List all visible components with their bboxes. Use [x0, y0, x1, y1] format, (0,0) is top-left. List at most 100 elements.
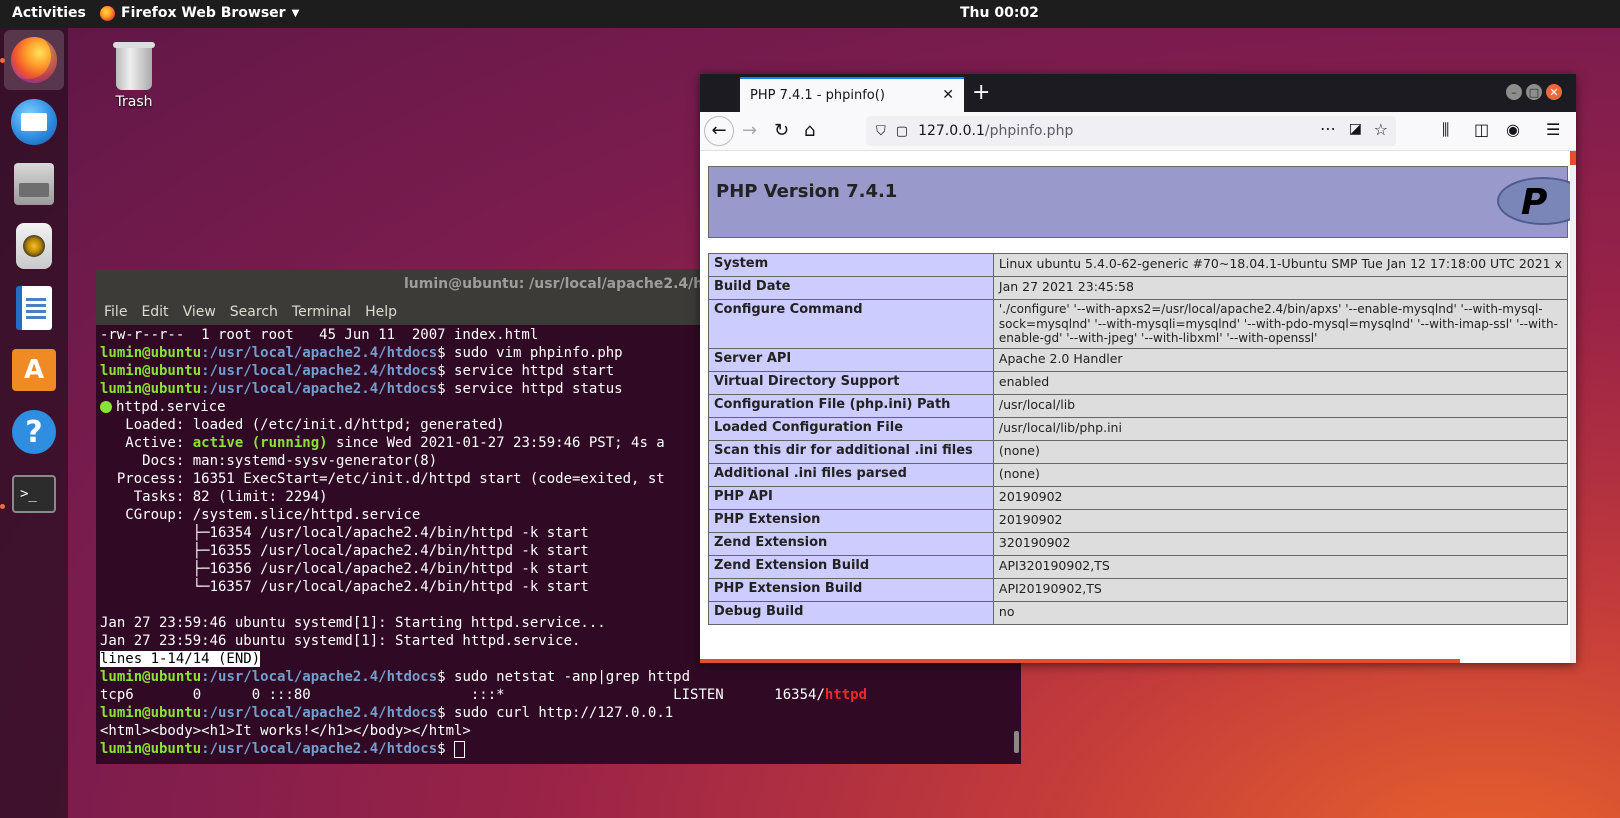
table-value: (none) [992, 439, 1569, 464]
forward-arrow-icon[interactable]: → [742, 120, 757, 141]
table-row: Zend Extension 320190902 [708, 531, 1569, 556]
maximize-icon[interactable]: □ [1526, 84, 1542, 100]
page-scrollbar[interactable] [1570, 151, 1576, 663]
php-header: PHP Version 7.4.1 P [708, 166, 1576, 238]
dock-software[interactable]: A [4, 340, 64, 400]
terminal-icon: >_ [12, 475, 56, 513]
table-row: Server API Apache 2.0 Handler [708, 347, 1569, 372]
menu-file[interactable]: File [104, 304, 127, 320]
text-cursor [454, 740, 466, 758]
table-key: Configuration File (php.ini) Path [708, 393, 994, 418]
terminal-line: tcp6 0 0 :::80 :::* LISTEN 16354/httpd [100, 687, 868, 703]
dock-terminal[interactable]: >_ [4, 464, 64, 524]
horizontal-scrollbar[interactable] [700, 659, 1460, 663]
tab-bar: PHP 7.4.1 - phpinfo() ✕ + – □ ✕ [700, 74, 1576, 112]
dock-help[interactable]: ? [4, 402, 64, 462]
table-value: 320190902 [992, 531, 1569, 556]
trash-icon [113, 42, 155, 90]
nav-toolbar: ← → ↻ ⌂ ⛉ ▢ 127.0.0.1/phpinfo.php ⋯ ◪ ☆ … [700, 112, 1576, 151]
bookmark-star-icon[interactable]: ☆ [1374, 120, 1388, 139]
tab-phpinfo[interactable]: PHP 7.4.1 - phpinfo() ✕ [740, 77, 964, 112]
table-value: API20190902,TS [992, 577, 1569, 602]
desktop-trash[interactable]: Trash [110, 42, 158, 110]
table-value: Apache 2.0 Handler [992, 347, 1569, 372]
table-key: Scan this dir for additional .ini files [708, 439, 994, 464]
table-key: Additional .ini files parsed [708, 462, 994, 487]
table-key: Debug Build [708, 600, 994, 625]
page-content[interactable]: PHP Version 7.4.1 P System Linux ubuntu 5… [700, 151, 1576, 663]
sidebar-icon[interactable]: ◫ [1474, 120, 1489, 139]
dock-rhythmbox[interactable] [4, 216, 64, 276]
table-value: (none) [992, 462, 1569, 487]
table-row: Debug Build no [708, 600, 1569, 625]
page-info-icon[interactable]: ▢ [896, 124, 908, 139]
hamburger-menu-icon[interactable]: ☰ [1546, 120, 1560, 139]
table-row: Configuration File (php.ini) Path/usr/lo… [708, 393, 1569, 418]
table-key: PHP Extension [708, 508, 994, 533]
close-window-icon[interactable]: ✕ [1546, 84, 1562, 100]
terminal-line: <html><body><h1>It works!</h1></body></h… [100, 723, 471, 739]
firefox-icon [11, 37, 57, 83]
firefox-window[interactable]: PHP 7.4.1 - phpinfo() ✕ + – □ ✕ ← → ↻ ⌂ … [700, 74, 1576, 663]
table-row: Loaded Configuration File/usr/local/lib/… [708, 416, 1569, 441]
php-logo[interactable]: P [1497, 177, 1576, 225]
app-menu-label: Firefox Web Browser [121, 5, 286, 21]
table-row: PHP Extension 20190902 [708, 508, 1569, 533]
pager-status: lines 1-14/14 (END) [100, 651, 261, 667]
table-value: Jan 27 2021 23:45:58 [992, 276, 1569, 300]
table-row: PHP Extension Build API20190902,TS [708, 577, 1569, 602]
app-menu[interactable]: Firefox Web Browser ▼ [100, 5, 299, 21]
dock: A ? >_ [0, 28, 68, 818]
back-arrow-icon[interactable]: ← [704, 116, 734, 146]
menu-view[interactable]: View [183, 304, 216, 320]
thunderbird-icon [11, 99, 57, 145]
clock[interactable]: Thu 00:02 [960, 5, 1039, 21]
dock-firefox[interactable] [4, 30, 64, 90]
dock-thunderbird[interactable] [4, 92, 64, 152]
reload-icon[interactable]: ↻ [774, 120, 789, 141]
table-key: Build Date [708, 276, 994, 300]
table-row: Scan this dir for additional .ini files(… [708, 439, 1569, 464]
table-value: API320190902,TS [992, 554, 1569, 579]
status-dot-icon [100, 401, 112, 413]
terminal-prompt-line[interactable]: lumin@ubuntu:/usr/local/apache2.4/htdocs… [100, 740, 1021, 758]
pocket-icon[interactable]: ◪ [1349, 121, 1362, 137]
shield-icon[interactable]: ⛉ [876, 124, 886, 139]
new-tab-plus-icon[interactable]: + [972, 80, 990, 105]
table-value: no [992, 600, 1569, 625]
table-key: Server API [708, 347, 994, 372]
table-value: Linux ubuntu 5.4.0-62-generic #70~18.04.… [992, 253, 1569, 277]
url-bar[interactable]: ⛉ ▢ 127.0.0.1/phpinfo.php ⋯ ◪ ☆ [866, 116, 1396, 146]
dock-files[interactable] [4, 154, 64, 214]
close-tab-icon[interactable]: ✕ [942, 87, 954, 103]
activities-button[interactable]: Activities [12, 5, 86, 21]
dock-writer[interactable] [4, 278, 64, 338]
table-row: Additional .ini files parsed (none) [708, 462, 1569, 487]
trash-label: Trash [115, 94, 153, 110]
table-key: Virtual Directory Support [708, 370, 994, 395]
table-key: System [708, 253, 994, 277]
terminal-line: lumin@ubuntu:/usr/local/apache2.4/htdocs… [100, 705, 674, 721]
more-actions-icon[interactable]: ⋯ [1320, 119, 1336, 138]
table-key: Loaded Configuration File [708, 416, 994, 441]
account-icon[interactable]: ◉ [1506, 120, 1520, 139]
help-icon: ? [12, 410, 56, 454]
table-row: System Linux ubuntu 5.4.0-62-generic #70~… [708, 253, 1569, 277]
chevron-down-icon: ▼ [291, 7, 300, 19]
url-text: 127.0.0.1/phpinfo.php [918, 123, 1074, 139]
table-value: /usr/local/lib [992, 393, 1569, 418]
minimize-icon[interactable]: – [1506, 84, 1522, 100]
menu-terminal[interactable]: Terminal [292, 304, 351, 320]
menu-edit[interactable]: Edit [141, 304, 168, 320]
table-value: 20190902 [992, 508, 1569, 533]
top-bar: Activities Firefox Web Browser ▼ Thu 00:… [0, 0, 1620, 28]
home-icon[interactable]: ⌂ [804, 120, 815, 141]
table-key: PHP API [708, 485, 994, 510]
tab-title: PHP 7.4.1 - phpinfo() [750, 88, 885, 103]
menu-help[interactable]: Help [365, 304, 397, 320]
software-center-icon: A [12, 349, 56, 391]
table-row: Virtual Directory Support enabled [708, 370, 1569, 395]
menu-search[interactable]: Search [230, 304, 278, 320]
library-icon[interactable]: ⫼ [1442, 120, 1449, 140]
page-title: PHP Version 7.4.1 [716, 181, 898, 202]
